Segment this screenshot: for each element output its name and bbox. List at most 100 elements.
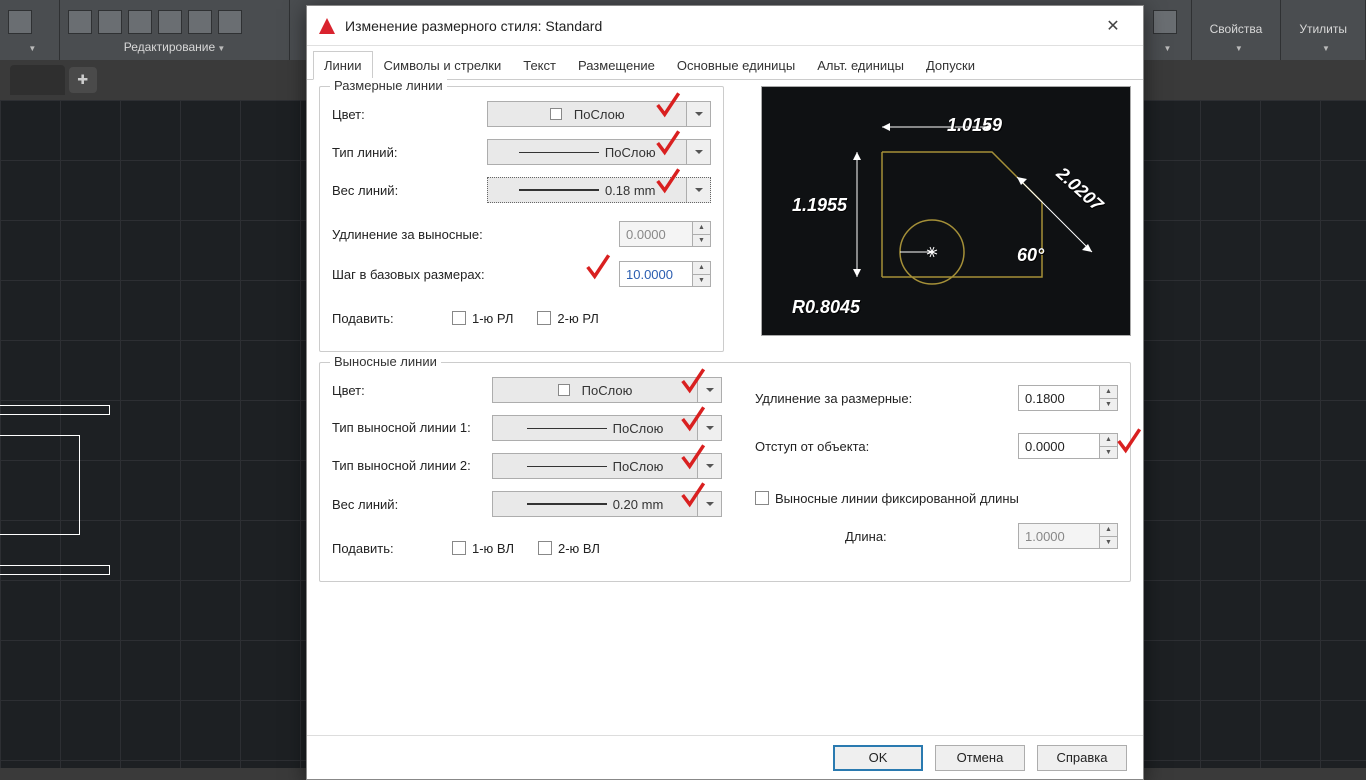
ext-linetype1-combo[interactable]: ПоСлою <box>492 415 722 441</box>
suppress-ext2-checkbox[interactable]: 2-ю ВЛ <box>538 541 600 556</box>
checkbox-label: 1-ю ВЛ <box>472 541 514 556</box>
fixed-length-checkbox[interactable]: Выносные линии фиксированной длины <box>755 491 1019 506</box>
preview-dim-value: 1.1955 <box>792 195 847 216</box>
ribbon-tool-icon[interactable] <box>128 10 152 34</box>
ribbon-tool-icon[interactable] <box>98 10 122 34</box>
checkbox-box-icon <box>452 311 466 325</box>
spinner-input <box>620 222 692 246</box>
spinner-up-icon[interactable]: ▲ <box>1100 434 1117 447</box>
help-button[interactable]: Справка <box>1037 745 1127 771</box>
suppress-dim1-checkbox[interactable]: 1-ю РЛ <box>452 311 513 326</box>
suppress-ext1-checkbox[interactable]: 1-ю ВЛ <box>452 541 514 556</box>
spinner-up-icon[interactable]: ▲ <box>1100 386 1117 399</box>
ribbon-tool-icon[interactable] <box>188 10 212 34</box>
ext-linetype1-label: Тип выносной линии 1: <box>332 421 492 435</box>
spinner-input[interactable] <box>1019 434 1099 458</box>
ribbon-tool-icon[interactable] <box>218 10 242 34</box>
checkbox-box-icon <box>452 541 466 555</box>
spinner-down-icon[interactable]: ▼ <box>693 235 710 247</box>
dimension-lines-group: Размерные линии Цвет: ПоСлою Тип линий: … <box>319 86 724 352</box>
spinner-up-icon[interactable]: ▲ <box>693 222 710 235</box>
tab-symbols-arrows[interactable]: Символы и стрелки <box>373 51 513 80</box>
chevron-down-icon <box>697 492 721 516</box>
ribbon-tool-icon[interactable] <box>68 10 92 34</box>
cancel-button[interactable]: Отмена <box>935 745 1025 771</box>
drawing-shape <box>0 405 190 585</box>
new-tab-button[interactable]: ✚ <box>69 67 97 93</box>
checkbox-label: 1-ю РЛ <box>472 311 513 326</box>
dialog-button-bar: OK Отмена Справка <box>307 735 1143 779</box>
tab-primary-units[interactable]: Основные единицы <box>666 51 806 80</box>
lineweight-label: Вес линий: <box>332 183 487 198</box>
baseline-spacing-spinner[interactable]: ▲▼ <box>619 261 711 287</box>
ribbon-tool-icon[interactable] <box>1153 10 1177 34</box>
close-button[interactable]: ✕ <box>1093 6 1133 46</box>
checkbox-box-icon <box>755 491 769 505</box>
color-combo[interactable]: ПоСлою <box>487 101 711 127</box>
ribbon-panel-edit[interactable]: Редактирование <box>68 38 281 56</box>
line-sample-icon <box>519 189 599 191</box>
color-swatch-icon <box>550 108 562 120</box>
chevron-down-icon <box>697 378 721 402</box>
extend-beyond-ticks-label: Удлинение за выносные: <box>332 227 532 242</box>
offset-from-origin-spinner[interactable]: ▲▼ <box>1018 433 1118 459</box>
ribbon-panel-properties[interactable]: Свойства <box>1206 20 1267 38</box>
preview-dim-value: R0.8045 <box>792 297 860 318</box>
tab-text[interactable]: Текст <box>512 51 567 80</box>
tab-lines[interactable]: Линии <box>313 51 373 80</box>
line-sample-icon <box>527 466 607 467</box>
line-sample-icon <box>527 503 607 505</box>
color-label: Цвет: <box>332 107 487 122</box>
ext-linetype2-label: Тип выносной линии 2: <box>332 459 492 473</box>
combo-value: 0.18 mm <box>605 183 656 198</box>
dialog-titlebar: Изменение размерного стиля: Standard ✕ <box>307 6 1143 46</box>
baseline-spacing-label: Шаг в базовых размерах: <box>332 267 532 282</box>
ribbon-panel-utilities[interactable]: Утилиты <box>1295 20 1351 38</box>
ribbon-tool-icon[interactable] <box>8 10 32 34</box>
ok-button[interactable]: OK <box>833 745 923 771</box>
ribbon-panel-label[interactable] <box>1153 38 1177 56</box>
ext-lineweight-label: Вес линий: <box>332 497 492 512</box>
ribbon-panel-dd[interactable] <box>1206 38 1267 56</box>
checkbox-box-icon <box>538 541 552 555</box>
extend-beyond-dim-spinner[interactable]: ▲▼ <box>1018 385 1118 411</box>
spinner-down-icon[interactable]: ▼ <box>1100 447 1117 459</box>
ext-lineweight-combo[interactable]: 0.20 mm <box>492 491 722 517</box>
spinner-up-icon[interactable]: ▲ <box>693 262 710 275</box>
combo-value: ПоСлою <box>613 421 664 436</box>
spinner-down-icon[interactable]: ▼ <box>693 275 710 287</box>
ribbon-panel-label[interactable] <box>8 38 51 56</box>
document-tab[interactable] <box>10 65 65 95</box>
tab-alternate-units[interactable]: Альт. единицы <box>806 51 915 80</box>
combo-value: ПоСлою <box>613 459 664 474</box>
color-swatch-icon <box>558 384 570 396</box>
preview-dim-value: 60° <box>1017 245 1044 266</box>
tab-fit[interactable]: Размещение <box>567 51 666 80</box>
fixed-length-spinner[interactable]: ▲▼ <box>1018 523 1118 549</box>
offset-from-origin-label: Отступ от объекта: <box>755 439 955 454</box>
annotation-checkmark-icon <box>1114 427 1142 462</box>
chevron-down-icon <box>686 140 710 164</box>
autocad-logo-icon <box>317 16 337 36</box>
spinner-down-icon[interactable]: ▼ <box>1100 537 1117 549</box>
lineweight-combo[interactable]: 0.18 mm <box>487 177 711 203</box>
spinner-input[interactable] <box>620 262 692 286</box>
spinner-input <box>1019 524 1099 548</box>
linetype-combo[interactable]: ПоСлою <box>487 139 711 165</box>
extend-beyond-ticks-spinner[interactable]: ▲▼ <box>619 221 711 247</box>
ext-color-combo[interactable]: ПоСлою <box>492 377 722 403</box>
chevron-down-icon <box>686 178 710 202</box>
extend-beyond-dim-label: Удлинение за размерные: <box>755 391 955 406</box>
tab-tolerances[interactable]: Допуски <box>915 51 986 80</box>
spinner-up-icon[interactable]: ▲ <box>1100 524 1117 537</box>
suppress-dim2-checkbox[interactable]: 2-ю РЛ <box>537 311 598 326</box>
ribbon-tool-icon[interactable] <box>158 10 182 34</box>
combo-value: ПоСлою <box>582 383 633 398</box>
dimension-style-dialog: Изменение размерного стиля: Standard ✕ Л… <box>306 5 1144 780</box>
checkbox-label: 2-ю РЛ <box>557 311 598 326</box>
spinner-down-icon[interactable]: ▼ <box>1100 399 1117 411</box>
ribbon-panel-dd[interactable] <box>1295 38 1351 56</box>
annotation-checkmark-icon <box>583 253 611 288</box>
spinner-input[interactable] <box>1019 386 1099 410</box>
ext-linetype2-combo[interactable]: ПоСлою <box>492 453 722 479</box>
